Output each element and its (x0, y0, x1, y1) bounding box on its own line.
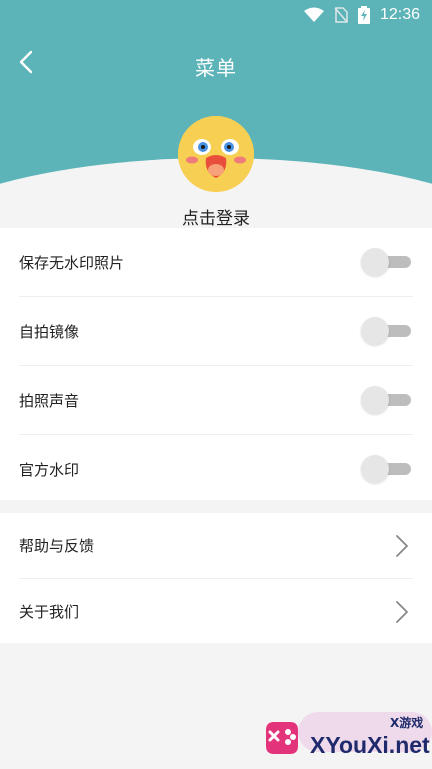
setting-row-selfie-mirror: 自拍镜像 (19, 297, 413, 366)
toggle-knob (361, 317, 389, 345)
link-label: 帮助与反馈 (19, 537, 95, 555)
links-group: 帮助与反馈 关于我们 (0, 513, 432, 643)
watermark-text: XYouXi.net (310, 732, 430, 758)
battery-charging-icon (357, 6, 370, 24)
setting-row-official-watermark: 官方水印 (19, 435, 413, 503)
about-us-item[interactable]: 关于我们 (19, 579, 413, 644)
chevron-right-icon (396, 600, 408, 623)
watermark-small-text: X游戏 (390, 716, 424, 730)
save-no-watermark-toggle[interactable] (361, 248, 411, 276)
top-bar: 菜单 (0, 40, 432, 88)
setting-row-save-no-watermark: 保存无水印照片 (19, 228, 413, 297)
settings-group: 保存无水印照片 自拍镜像 拍照声音 官方水印 (0, 228, 432, 500)
setting-row-shutter-sound: 拍照声音 (19, 366, 413, 435)
avatar-face-icon (178, 116, 254, 192)
site-watermark: X游戏 XYouXi.net (258, 712, 432, 769)
setting-label: 官方水印 (19, 460, 80, 479)
status-bar: 12:36 (0, 0, 432, 32)
selfie-mirror-toggle[interactable] (361, 317, 411, 345)
avatar[interactable] (178, 116, 254, 192)
help-feedback-item[interactable]: 帮助与反馈 (19, 513, 413, 579)
setting-label: 拍照声音 (19, 391, 80, 410)
gamepad-logo-icon (266, 722, 298, 754)
no-sim-icon (334, 7, 348, 23)
setting-label: 保存无水印照片 (19, 253, 125, 272)
official-watermark-toggle[interactable] (361, 455, 411, 483)
setting-label: 自拍镜像 (19, 322, 80, 341)
shutter-sound-toggle[interactable] (361, 386, 411, 414)
toggle-knob (361, 386, 389, 414)
toggle-knob (361, 248, 389, 276)
wifi-icon (303, 7, 324, 22)
toggle-knob (361, 455, 389, 483)
link-label: 关于我们 (19, 603, 80, 621)
page-title: 菜单 (195, 56, 237, 80)
login-label[interactable]: 点击登录 (0, 204, 432, 229)
chevron-right-icon (396, 534, 408, 557)
status-time: 12:36 (379, 6, 420, 23)
